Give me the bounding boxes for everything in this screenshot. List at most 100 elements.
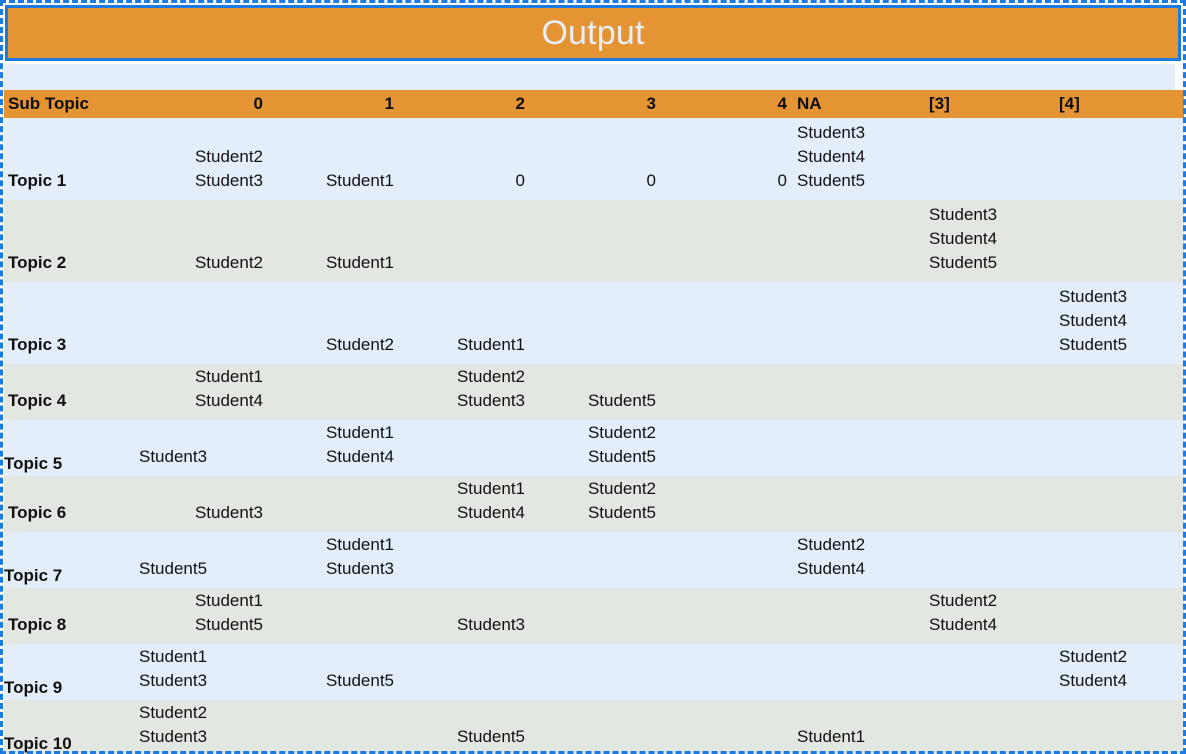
cell-c1[interactable]: Student2 (267, 282, 398, 364)
cell-c2[interactable]: Student5 (398, 700, 529, 754)
cell-b3[interactable] (923, 532, 1053, 588)
cell-na[interactable] (791, 282, 923, 364)
cell-c4[interactable] (660, 532, 791, 588)
cell-c2[interactable] (398, 420, 529, 476)
cell-c3[interactable] (529, 588, 660, 644)
cell-na[interactable] (791, 476, 923, 532)
output-table-container: Sub Topic 0 1 2 3 4 NA [3] [4] Topic 1 Student2 S… (4, 90, 1184, 754)
cell-c1[interactable] (267, 700, 398, 754)
cell-b3[interactable] (923, 476, 1053, 532)
cell-c3[interactable] (529, 200, 660, 282)
cell-b4[interactable] (1053, 200, 1184, 282)
cell-c3[interactable]: Student2 Student5 (529, 476, 660, 532)
row-topic-label: Topic 3 (4, 282, 136, 364)
cell-c1[interactable]: Student1 (267, 200, 398, 282)
cell-c1[interactable] (267, 476, 398, 532)
cell-c4[interactable]: 0 (660, 118, 791, 200)
column-header-b3[interactable]: [3] (923, 90, 1053, 118)
cell-b3[interactable] (923, 364, 1053, 420)
table-row[interactable]: Topic 5Student3 Student1 Student4 Student2… (4, 420, 1184, 476)
cell-c4[interactable] (660, 200, 791, 282)
table-row[interactable]: Topic 2 Student2 Student1 Student3 Student4… (4, 200, 1184, 282)
cell-c0[interactable]: Student1 Student5 (136, 588, 267, 644)
cell-b4[interactable] (1053, 588, 1184, 644)
cell-c0[interactable]: Student2 Student3 (136, 118, 267, 200)
table-row[interactable]: Topic 7Student5 Student1 Student3 Student2… (4, 532, 1184, 588)
cell-c1[interactable]: Student1 Student4 (267, 420, 398, 476)
cell-c3[interactable]: Student5 (529, 364, 660, 420)
column-header-c4[interactable]: 4 (660, 90, 791, 118)
cell-b4[interactable] (1053, 420, 1184, 476)
cell-na[interactable] (791, 644, 923, 700)
table-row[interactable]: Topic 10Student2 Student3 Student5 Student… (4, 700, 1184, 754)
cell-c2[interactable]: Student1 Student4 (398, 476, 529, 532)
cell-b4[interactable]: Student2 Student4 (1053, 644, 1184, 700)
cell-c3[interactable] (529, 532, 660, 588)
cell-b3[interactable] (923, 118, 1053, 200)
column-header-c1[interactable]: 1 (267, 90, 398, 118)
table-row[interactable]: Topic 9Student1 Student3 Student5 Student2… (4, 644, 1184, 700)
cell-c1[interactable] (267, 588, 398, 644)
cell-c2[interactable] (398, 200, 529, 282)
cell-c1[interactable] (267, 364, 398, 420)
cell-c3[interactable] (529, 700, 660, 754)
cell-c2[interactable] (398, 644, 529, 700)
row-topic-label: Topic 9Student1 Student3 (4, 644, 207, 700)
cell-c1[interactable]: Student1 (267, 118, 398, 200)
cell-c2[interactable]: Student3 (398, 588, 529, 644)
cell-na[interactable]: Student1 (791, 700, 923, 754)
cell-c0[interactable]: Student1 Student4 (136, 364, 267, 420)
cell-c4[interactable] (660, 364, 791, 420)
cell-na[interactable] (791, 420, 923, 476)
column-header-b4[interactable]: [4] (1053, 90, 1184, 118)
cell-b4[interactable]: Student3 Student4 Student5 (1053, 282, 1184, 364)
page-title: Output (541, 14, 645, 52)
cell-c3[interactable]: Student2 Student5 (529, 420, 660, 476)
table-row[interactable]: Topic 1 Student2 Student3 Student1 0 0 0 Stude… (4, 118, 1184, 200)
cell-c3[interactable] (529, 282, 660, 364)
cell-b4[interactable] (1053, 476, 1184, 532)
cell-na[interactable]: Student2 Student4 (791, 532, 923, 588)
cell-c3[interactable] (529, 644, 660, 700)
cell-b4[interactable] (1053, 364, 1184, 420)
column-header-na[interactable]: NA (791, 90, 923, 118)
column-header-sub[interactable]: Sub Topic (4, 90, 136, 118)
cell-b4[interactable] (1053, 118, 1184, 200)
cell-c4[interactable] (660, 282, 791, 364)
table-row[interactable]: Topic 4 Student1 Student4 Student2 Student… (4, 364, 1184, 420)
cell-na[interactable]: Student3 Student4 Student5 (791, 118, 923, 200)
cell-b4[interactable] (1053, 532, 1184, 588)
cell-b3[interactable]: Student3 Student4 Student5 (923, 200, 1053, 282)
cell-c4[interactable] (660, 700, 791, 754)
cell-c2[interactable] (398, 532, 529, 588)
cell-c4[interactable] (660, 476, 791, 532)
cell-c0[interactable]: Student2 (136, 200, 267, 282)
cell-c1[interactable]: Student1 Student3 (267, 532, 398, 588)
cell-na[interactable] (791, 364, 923, 420)
cell-c4[interactable] (660, 644, 791, 700)
cell-c1[interactable]: Student5 (267, 644, 398, 700)
cell-na[interactable] (791, 200, 923, 282)
cell-c2[interactable]: 0 (398, 118, 529, 200)
row-topic-label: Topic 9 (4, 678, 63, 697)
cell-na[interactable] (791, 588, 923, 644)
table-row[interactable]: Topic 8 Student1 Student5 Student3 Student2… (4, 588, 1184, 644)
cell-c0[interactable]: Student3 (136, 476, 267, 532)
cell-c2[interactable]: Student1 (398, 282, 529, 364)
column-header-c2[interactable]: 2 (398, 90, 529, 118)
table-row[interactable]: Topic 3 Student2 Student1 Student3 Student4… (4, 282, 1184, 364)
cell-c3[interactable]: 0 (529, 118, 660, 200)
cell-c2[interactable]: Student2 Student3 (398, 364, 529, 420)
cell-b3[interactable] (923, 282, 1053, 364)
column-header-c3[interactable]: 3 (529, 90, 660, 118)
cell-b3[interactable]: Student2 Student4 (923, 588, 1053, 644)
cell-c4[interactable] (660, 420, 791, 476)
cell-c0[interactable] (136, 282, 267, 364)
cell-b3[interactable] (923, 700, 1053, 754)
cell-c4[interactable] (660, 588, 791, 644)
cell-b3[interactable] (923, 420, 1053, 476)
column-header-c0[interactable]: 0 (136, 90, 267, 118)
table-row[interactable]: Topic 6 Student3 Student1 Student4 Student2… (4, 476, 1184, 532)
cell-b3[interactable] (923, 644, 1053, 700)
cell-b4[interactable] (1053, 700, 1184, 754)
